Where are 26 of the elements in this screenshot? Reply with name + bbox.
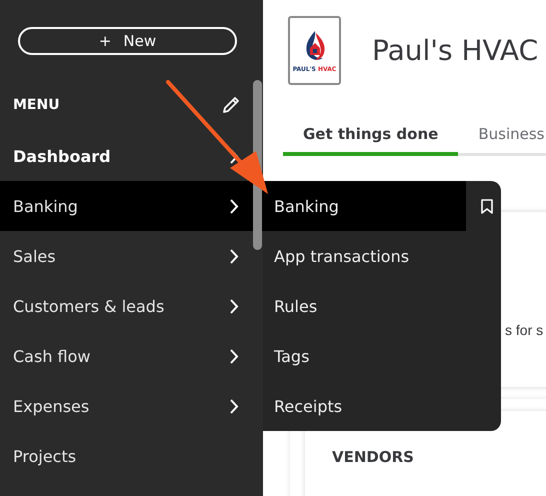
bookmark-icon[interactable] (481, 198, 493, 214)
pencil-icon[interactable] (221, 95, 241, 115)
submenu-item[interactable]: Tags (263, 331, 466, 381)
chevron-right-icon (230, 398, 239, 414)
menu-heading: MENU (13, 97, 60, 113)
submenu-item[interactable]: Receipts (263, 381, 466, 431)
chevron-right-icon (230, 348, 239, 364)
chevron-right-icon (230, 198, 239, 214)
submenu-item[interactable]: Banking (263, 181, 466, 231)
menu-item[interactable]: Customers & leads (0, 281, 263, 331)
new-button[interactable]: + New (18, 27, 237, 55)
menu-item[interactable]: Cash flow (0, 331, 263, 381)
card-text: s for s (505, 322, 544, 338)
company-name: Paul's HVAC (372, 34, 538, 67)
menu-item[interactable]: Expenses (0, 381, 263, 431)
menu-item[interactable]: Sales (0, 231, 263, 281)
submenu-item[interactable]: Rules (263, 281, 466, 331)
tab[interactable]: Get things done (283, 120, 458, 156)
menu-item[interactable]: Banking (0, 181, 263, 231)
menu-item[interactable]: Dashboard (0, 131, 263, 181)
submenu-item[interactable]: App transactions (263, 231, 466, 281)
chevron-right-icon (230, 248, 239, 264)
tab[interactable]: Business (458, 120, 546, 156)
menu-item[interactable]: Projects (0, 431, 263, 481)
chevron-right-icon (230, 298, 239, 314)
card-title: VENDORS (332, 448, 414, 466)
